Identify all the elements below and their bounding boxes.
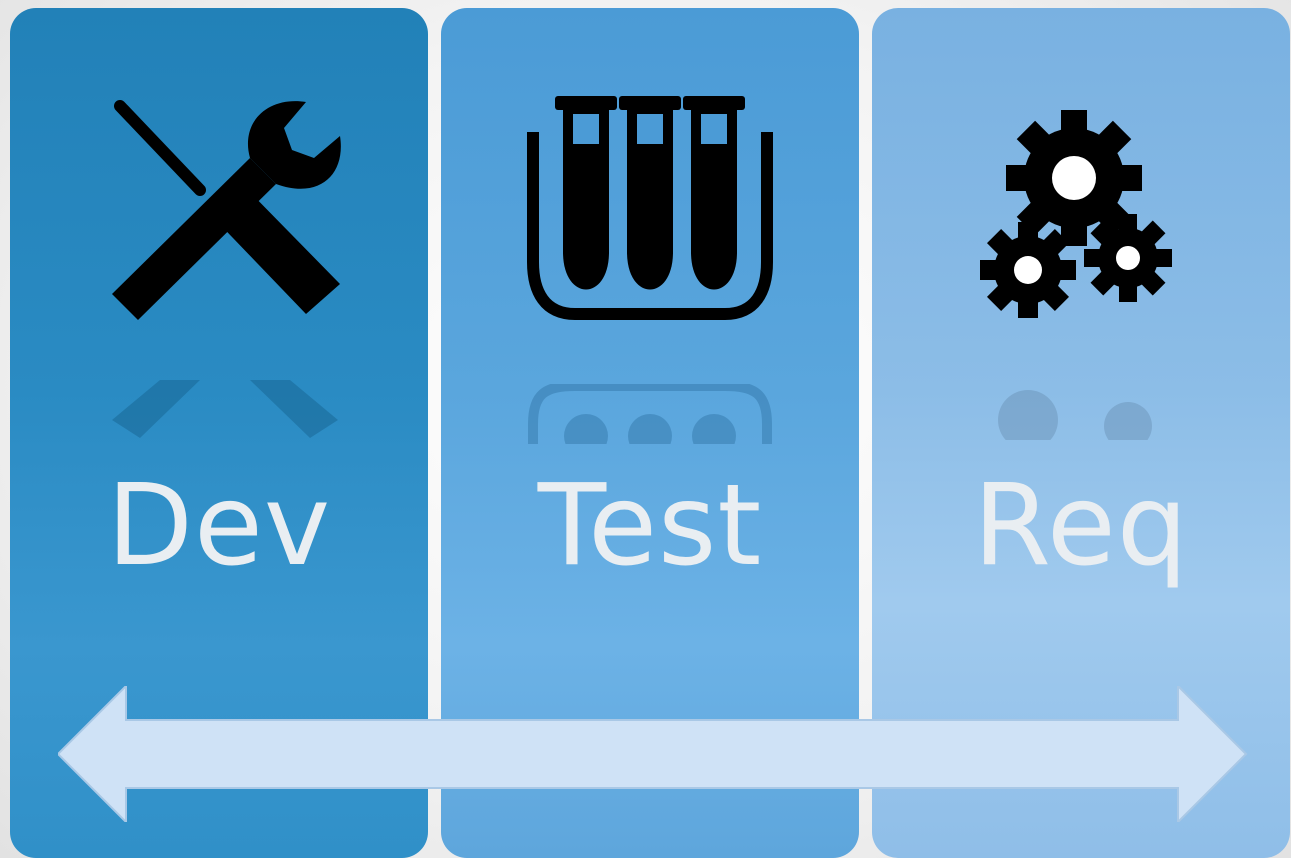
req-label: Req: [973, 461, 1189, 591]
double-arrow: [58, 686, 1248, 822]
req-icon-reflection: [998, 390, 1152, 440]
test-icon-reflection: [528, 384, 772, 444]
wrench-screwdriver-icon: [112, 100, 341, 320]
dev-label: Dev: [106, 461, 332, 591]
test-label: Test: [537, 461, 763, 591]
dev-icon-reflection: [112, 380, 338, 438]
test-tubes-icon: [527, 96, 773, 320]
gears-icon: [980, 110, 1172, 318]
